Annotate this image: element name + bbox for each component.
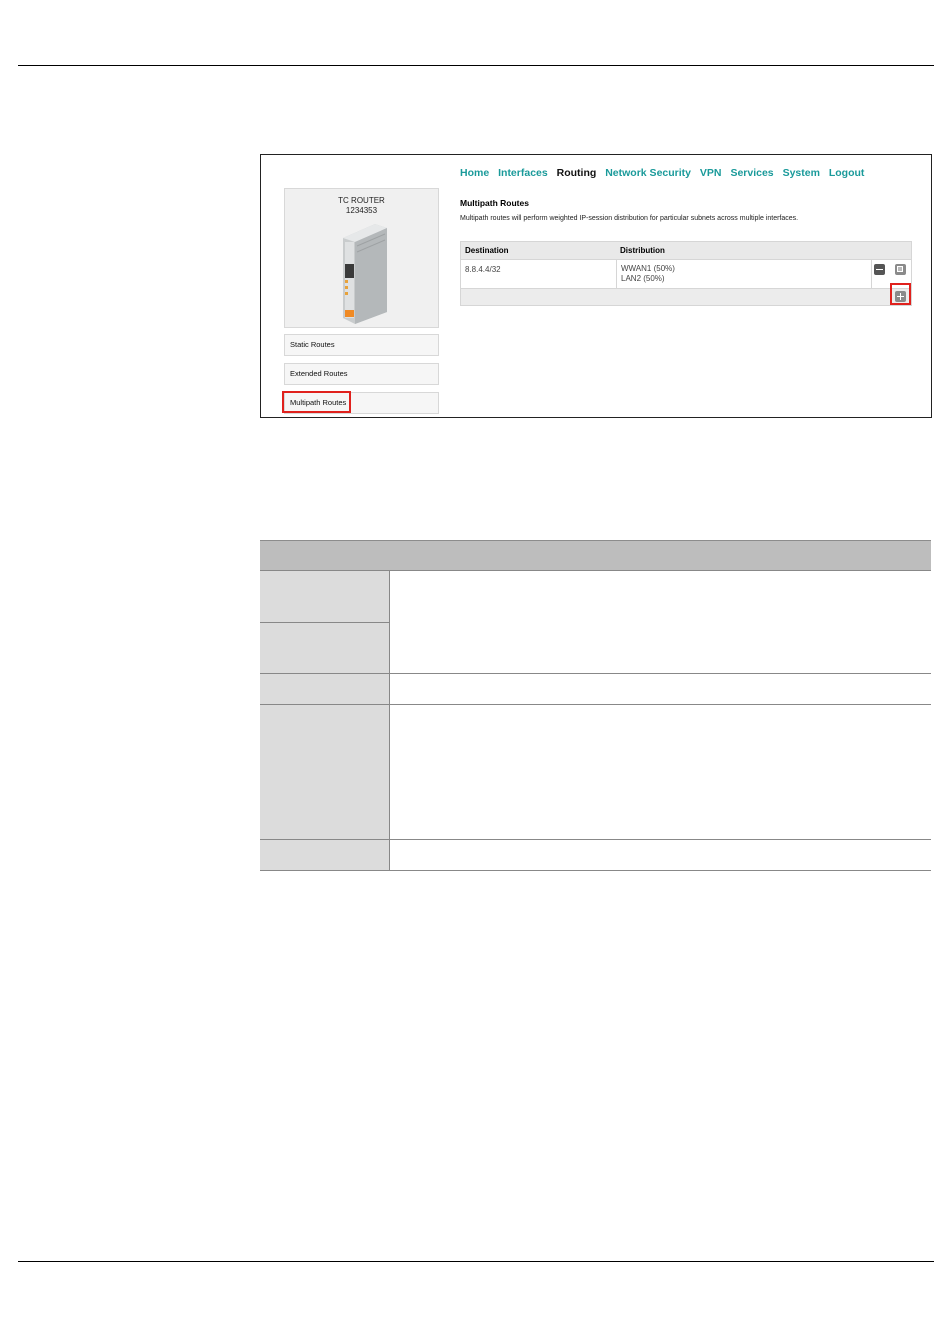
sidebar-item-extended-routes[interactable]: Extended Routes — [284, 363, 439, 385]
product-number: 1234353 — [345, 206, 378, 215]
page-description: Multipath routes will perform weighted I… — [460, 215, 799, 222]
row-distribution: WWAN1 (50%) LAN2 (50%) — [621, 264, 675, 284]
highlight-box-add — [890, 283, 911, 305]
row-destination: 8.8.4.4/32 — [465, 265, 501, 274]
table-header: Destination Distribution — [461, 242, 911, 260]
header-rule — [18, 65, 934, 66]
nav-system[interactable]: System — [783, 167, 820, 179]
page-title: Multipath Routes — [460, 198, 529, 208]
nav-network-security[interactable]: Network Security — [605, 167, 691, 179]
table-label-cell — [260, 840, 389, 870]
nav-interfaces[interactable]: Interfaces — [498, 167, 548, 179]
highlight-box-multipath — [282, 391, 351, 413]
edit-icon[interactable] — [895, 264, 906, 275]
table-label-cell — [260, 571, 389, 622]
row-line — [260, 570, 931, 571]
table-header — [260, 540, 931, 570]
screenshot-frame: TC ROUTER 1234353 Static Routes Extended… — [260, 154, 932, 418]
table-label-cell — [260, 623, 389, 673]
nav-routing[interactable]: Routing — [557, 167, 597, 179]
nav-logout[interactable]: Logout — [829, 167, 865, 179]
distribution-entry: LAN2 (50%) — [621, 274, 665, 283]
router-device-image — [343, 224, 387, 324]
product-name: TC ROUTER — [338, 196, 385, 205]
parameter-table — [260, 540, 931, 871]
remove-icon[interactable] — [874, 264, 885, 275]
nav-services[interactable]: Services — [730, 167, 773, 179]
sidebar-item-static-routes[interactable]: Static Routes — [284, 334, 439, 356]
column-header-distribution: Distribution — [620, 246, 665, 255]
distribution-entry: WWAN1 (50%) — [621, 264, 675, 273]
cell-divider — [871, 260, 872, 288]
row-line — [260, 870, 931, 871]
nav-home[interactable]: Home — [460, 167, 489, 179]
multipath-routes-table: Destination Distribution 8.8.4.4/32 WWAN… — [460, 241, 912, 306]
product-card: TC ROUTER 1234353 — [284, 188, 439, 328]
cell-divider — [616, 260, 617, 288]
table-row: 8.8.4.4/32 WWAN1 (50%) LAN2 (50%) — [461, 260, 911, 289]
top-navigation: Home Interfaces Routing Network Security… — [460, 167, 870, 179]
table-label-cell — [260, 705, 389, 839]
table-footer — [461, 289, 911, 305]
footer-rule — [18, 1261, 934, 1262]
table-label-cell — [260, 674, 389, 704]
column-header-destination: Destination — [465, 246, 509, 255]
nav-vpn[interactable]: VPN — [700, 167, 722, 179]
column-divider — [389, 570, 390, 871]
